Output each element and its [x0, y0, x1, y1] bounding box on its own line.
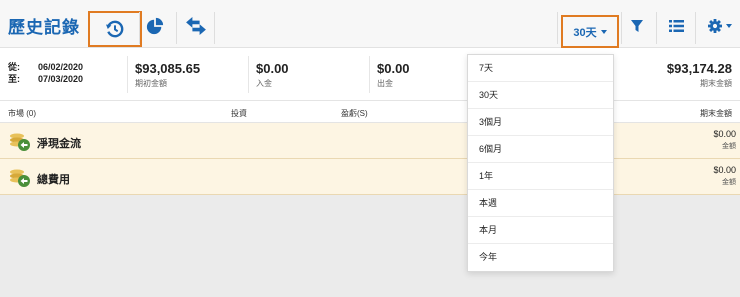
menu-item-3-months[interactable]: 3個月 [468, 109, 613, 136]
cash-flow-icon [9, 132, 31, 152]
closing-label: 期末金額 [700, 79, 732, 88]
menu-item-6-months[interactable]: 6個月 [468, 136, 613, 163]
toolbar-divider [557, 12, 558, 44]
closing-balance: $93,174.28 期末金額 [667, 61, 732, 89]
opening-amount: $93,085.65 [135, 61, 201, 76]
toolbar-divider [214, 12, 215, 44]
column-market[interactable]: 市場 (0) [8, 108, 36, 119]
row-amount-label: 金額 [722, 179, 736, 186]
gear-icon [708, 19, 732, 33]
opening-label: 期初金額 [135, 79, 167, 88]
column-header-row: 市場 (0) 投資 盈虧(S) 期末金額 [0, 101, 740, 123]
page-title: 歷史記錄 [8, 18, 80, 37]
column-investment[interactable]: 投資 [231, 108, 247, 119]
from-date: 06/02/2020 [38, 62, 84, 72]
column-closing[interactable]: 期末金額 [700, 108, 732, 119]
toolbar-divider [176, 12, 177, 44]
filter-icon [631, 20, 643, 32]
row-amount-value: $0.00 [713, 165, 736, 175]
table-row[interactable]: 總費用 $0.00 金額 [0, 159, 740, 195]
row-amount: $0.00 金額 [713, 129, 736, 151]
transfer-arrows-icon [186, 17, 206, 35]
transfer-button[interactable] [178, 9, 214, 43]
pie-chart-icon [146, 17, 164, 35]
row-name: 總費用 [37, 174, 70, 186]
toolbar-divider [656, 12, 657, 44]
toolbar-divider [695, 12, 696, 44]
date-range-label: 30天 [573, 26, 597, 39]
to-date: 07/03/2020 [38, 74, 84, 84]
list-view-button[interactable] [658, 9, 694, 43]
withdraw-label: 出金 [377, 79, 393, 88]
opening-balance: $93,085.65 期初金額 [135, 61, 200, 89]
row-amount-value: $0.00 [713, 129, 736, 139]
withdraw-amount: $0.00 [377, 61, 410, 76]
summary-divider [248, 56, 249, 93]
from-label: 從: [8, 62, 20, 72]
menu-item-this-month[interactable]: 本月 [468, 217, 613, 244]
table-row[interactable]: 淨現金流 $0.00 金額 [0, 123, 740, 159]
fees-icon [9, 168, 31, 188]
row-amount-label: 金額 [722, 143, 736, 150]
to-label: 至: [8, 74, 20, 84]
menu-item-30-days[interactable]: 30天 [468, 82, 613, 109]
withdraw-stat: $0.00 出金 [377, 61, 410, 89]
deposit-stat: $0.00 入金 [256, 61, 289, 89]
filter-button[interactable] [619, 9, 655, 43]
menu-item-7-days[interactable]: 7天 [468, 55, 613, 82]
list-icon [668, 20, 684, 32]
deposit-label: 入金 [256, 79, 272, 88]
toolbar: 歷史記錄 30天 [0, 0, 740, 48]
summary-bar: 從: 06/02/2020 至: 07/03/2020 $93,085.65 期初金… [0, 48, 740, 101]
settings-button[interactable] [702, 9, 738, 43]
menu-item-this-year[interactable]: 今年 [468, 244, 613, 271]
column-pnl[interactable]: 盈虧(S) [341, 108, 368, 119]
closing-amount: $93,174.28 [666, 61, 732, 76]
row-name: 淨現金流 [37, 138, 81, 150]
history-icon [106, 20, 124, 38]
date-range-menu: 7天 30天 3個月 6個月 1年 本週 本月 今年 [467, 54, 614, 272]
portfolio-chart-button[interactable] [137, 9, 173, 43]
date-range-dropdown[interactable]: 30天 [561, 15, 619, 48]
caret-down-icon [600, 29, 607, 34]
history-button[interactable] [88, 11, 142, 47]
menu-item-this-week[interactable]: 本週 [468, 190, 613, 217]
row-amount: $0.00 金額 [713, 165, 736, 187]
caret-down-icon [726, 24, 732, 28]
date-range-summary: 從: 06/02/2020 至: 07/03/2020 [8, 61, 83, 85]
deposit-amount: $0.00 [256, 61, 289, 76]
menu-item-1-year[interactable]: 1年 [468, 163, 613, 190]
summary-divider [127, 56, 128, 93]
summary-divider [369, 56, 370, 93]
